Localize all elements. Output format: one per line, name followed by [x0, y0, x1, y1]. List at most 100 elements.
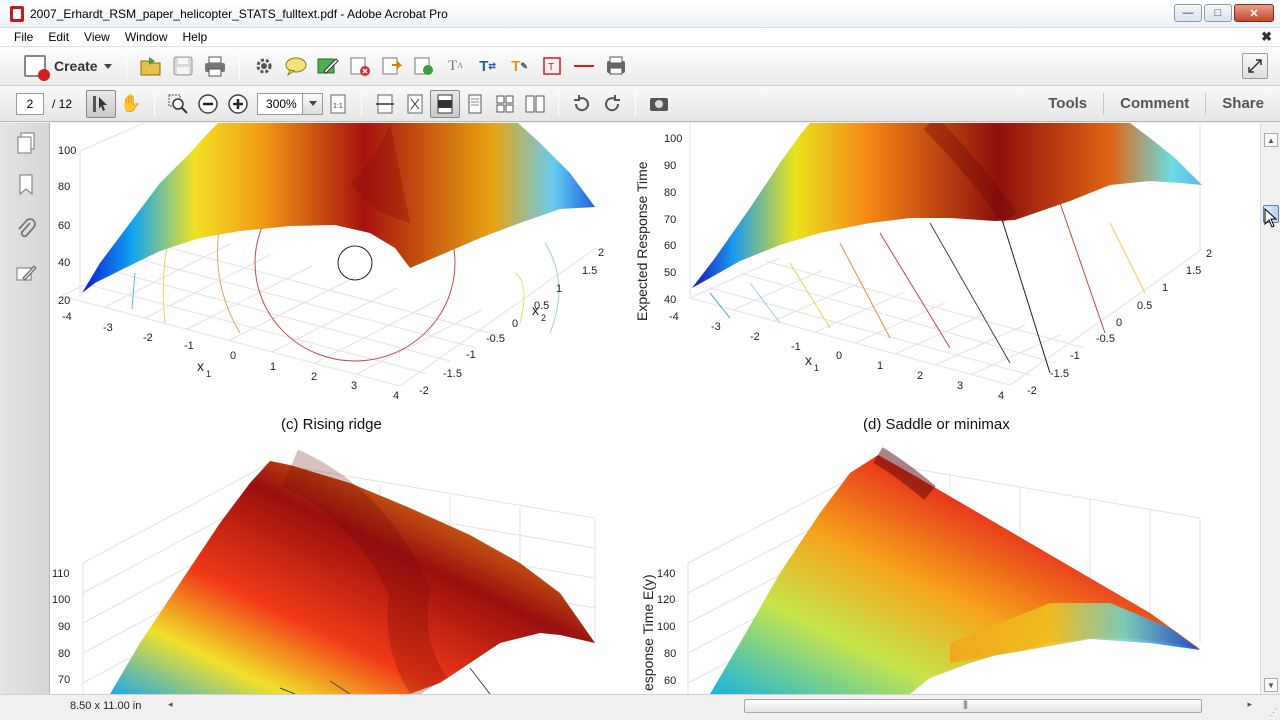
- x-tick: 4: [998, 390, 1004, 402]
- redact-button[interactable]: [344, 51, 376, 81]
- horizontal-scroll-thumb[interactable]: [744, 699, 1202, 713]
- rotate-ccw-button[interactable]: [567, 90, 597, 118]
- menu-edit[interactable]: Edit: [40, 30, 76, 44]
- settings-icon: [256, 58, 272, 74]
- scroll-down-button[interactable]: ▼: [1264, 678, 1278, 692]
- attachments-button[interactable]: [14, 217, 38, 241]
- close-window-button[interactable]: ✕: [1234, 4, 1274, 22]
- tab-comment[interactable]: Comment: [1103, 93, 1205, 115]
- page-thumbnails-button[interactable]: [14, 131, 38, 155]
- actual-size-button[interactable]: 1:1: [323, 90, 353, 118]
- create-button[interactable]: Create: [18, 51, 118, 81]
- export-button[interactable]: [376, 51, 408, 81]
- y-tick: -0.5: [486, 333, 505, 345]
- y-tick: -1: [466, 349, 476, 361]
- snapshot-button[interactable]: [644, 90, 674, 118]
- highlight-button[interactable]: T ✎: [504, 51, 536, 81]
- select-tool-button[interactable]: [86, 89, 117, 118]
- menu-help[interactable]: Help: [175, 30, 215, 44]
- scroll-right-button[interactable]: ▸: [1247, 699, 1252, 710]
- scrolling-button[interactable]: [490, 90, 520, 118]
- signature-icon: [16, 265, 37, 281]
- marquee-zoom-button[interactable]: [163, 90, 193, 118]
- task-pane-tabs: Tools Comment Share: [1032, 86, 1280, 122]
- z-tick: 100: [52, 594, 70, 606]
- x-tick: -2: [750, 331, 760, 343]
- z-tick: 40: [664, 294, 676, 306]
- page-size-label: 8.50 x 11.00 in: [70, 700, 142, 712]
- strike-button[interactable]: [568, 51, 600, 81]
- z-axis-label-d: esponse Time E(y): [640, 574, 656, 691]
- comment-button[interactable]: [280, 51, 312, 81]
- x-tick: 0: [230, 350, 236, 362]
- save-button[interactable]: [167, 51, 199, 81]
- rotate-cw-icon: [605, 94, 621, 111]
- scroll-left-button[interactable]: ◂: [168, 699, 173, 710]
- tab-share[interactable]: Share: [1205, 93, 1280, 115]
- combine-button[interactable]: [408, 51, 440, 81]
- zoom-select[interactable]: 300%: [257, 92, 324, 115]
- stamp-button[interactable]: [600, 51, 632, 81]
- x-tick: 1: [877, 360, 883, 372]
- zoom-out-button[interactable]: [193, 90, 223, 118]
- page-number-input[interactable]: 2: [16, 92, 44, 115]
- zoom-in-button[interactable]: [223, 90, 253, 118]
- single-page-button[interactable]: [460, 90, 490, 118]
- zoom-dropdown-button[interactable]: [303, 92, 324, 115]
- horizontal-scrollbar[interactable]: ◂ ▸: [160, 697, 1260, 715]
- z-axis-ticks-a: 100 80 60 40 20: [58, 145, 76, 307]
- z-tick: 90: [664, 160, 676, 172]
- close-document-button[interactable]: ✖: [1261, 29, 1272, 45]
- textbox-button[interactable]: T: [536, 51, 568, 81]
- z-tick: 120: [657, 594, 675, 606]
- textbox-icon: T: [542, 57, 561, 75]
- menu-view[interactable]: View: [76, 30, 117, 44]
- hand-tool-button[interactable]: ✋: [116, 90, 146, 118]
- toolbar-divider: [154, 90, 156, 117]
- x-tick: -1: [791, 341, 801, 353]
- x-axis-subscript-b: 1: [814, 363, 819, 373]
- fit-width-button[interactable]: [370, 90, 400, 118]
- window-controls: — □ ✕: [1174, 4, 1274, 22]
- document-view[interactable]: 100 80 60 40 20 -4 -3 -2 -1 0 1 2 3 4 2: [50, 123, 1260, 694]
- menu-window[interactable]: Window: [117, 30, 175, 44]
- minimize-button[interactable]: —: [1174, 4, 1202, 22]
- menu-file[interactable]: File: [0, 30, 40, 44]
- stamp-icon: [606, 56, 625, 75]
- toolbar-divider: [238, 53, 240, 79]
- signatures-button[interactable]: [14, 261, 38, 285]
- y-tick: -1: [1070, 350, 1080, 362]
- zoom-out-icon: [198, 93, 218, 114]
- tab-tools[interactable]: Tools: [1032, 93, 1103, 115]
- fit-page-button[interactable]: [400, 90, 430, 118]
- fit-visible-button[interactable]: [430, 89, 461, 118]
- y-tick: 2: [598, 247, 604, 259]
- z-axis-ticks-c: 110 100 90 80 70: [52, 568, 70, 686]
- print-button[interactable]: [199, 51, 231, 81]
- maximize-button[interactable]: □: [1204, 4, 1232, 22]
- z-tick: 60: [58, 220, 70, 232]
- text-edit-button[interactable]: T ⇄: [472, 51, 504, 81]
- x-tick: 1: [270, 361, 276, 373]
- two-page-button[interactable]: [520, 90, 550, 118]
- read-mode-button[interactable]: [1242, 53, 1268, 79]
- bookmarks-button[interactable]: [14, 173, 38, 197]
- rotate-cw-button[interactable]: [597, 90, 627, 118]
- single-page-icon: [468, 94, 482, 113]
- caption-rising-ridge: (c) Rising ridge: [281, 416, 382, 433]
- open-button[interactable]: [135, 51, 167, 81]
- svg-text:T: T: [548, 62, 554, 73]
- zoom-input[interactable]: 300%: [257, 92, 304, 115]
- combine-icon: [414, 57, 433, 75]
- settings-button[interactable]: [248, 51, 280, 81]
- x-axis-label-a: x: [197, 358, 204, 374]
- sign-button[interactable]: [312, 51, 344, 81]
- sign-icon: [317, 58, 339, 74]
- x-tick: 3: [957, 380, 963, 392]
- scroll-up-button[interactable]: ▲: [1264, 133, 1278, 147]
- resize-grip-icon[interactable]: ⋰: [1269, 707, 1278, 718]
- caption-saddle-minimax: (d) Saddle or minimax: [863, 416, 1010, 433]
- typewriter-button[interactable]: TA: [440, 51, 472, 81]
- two-page-icon: [525, 95, 545, 112]
- x-tick: 0: [836, 350, 842, 362]
